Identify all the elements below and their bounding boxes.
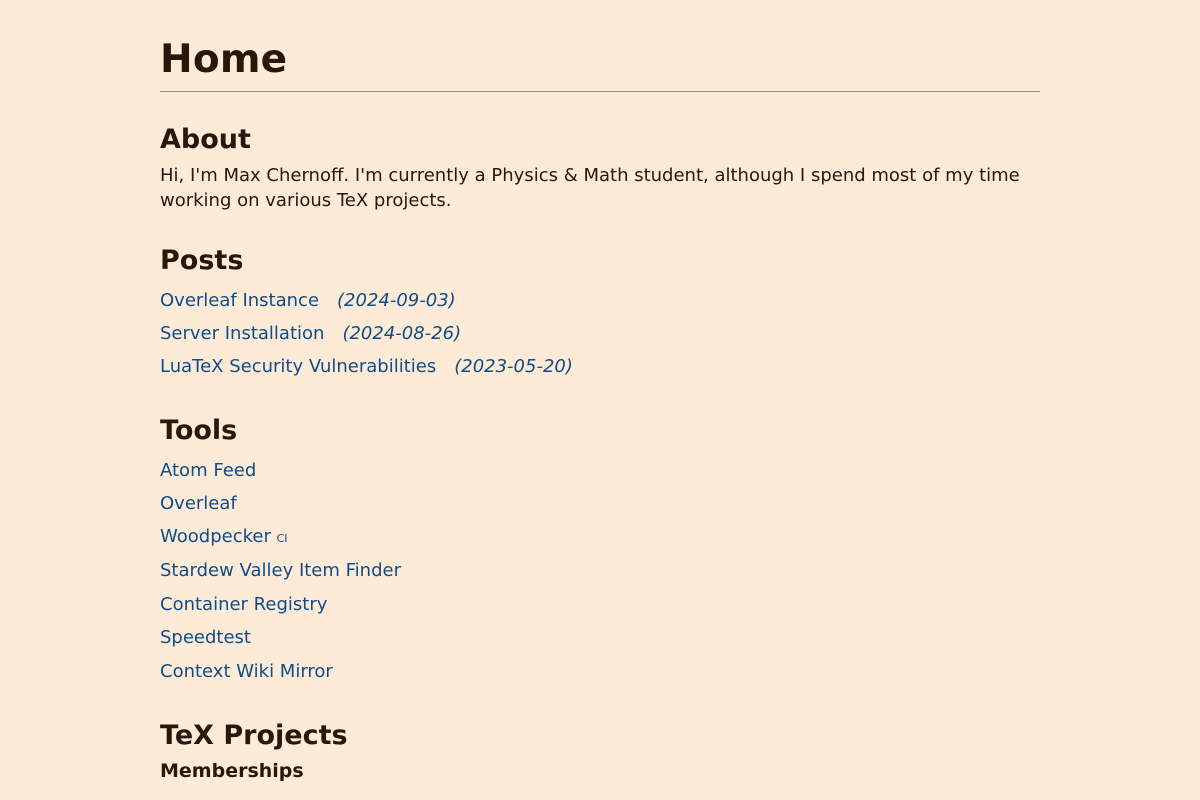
post-item: Server Installation (2024-08-26) [160, 317, 1040, 350]
tool-link-atom-feed[interactable]: Atom Feed [160, 460, 256, 481]
posts-heading: Posts [160, 245, 244, 276]
post-date: (2024-09-03) [337, 290, 456, 311]
page-content: Home About Hi, I'm Max Chernoff. I'm cur… [160, 0, 1040, 784]
tool-item: Overleaf [160, 487, 1040, 520]
tex-projects-heading: TeX Projects [160, 720, 348, 751]
tool-link-woodpecker-ci[interactable]: Woodpecker ci [160, 526, 288, 547]
about-text: Hi, I'm Max Chernoff. I'm currently a Ph… [160, 165, 1020, 211]
post-link-luatex-security[interactable]: LuaTeX Security Vulnerabilities [160, 356, 436, 377]
tool-item: Stardew Valley Item Finder [160, 554, 1040, 588]
memberships-heading: Memberships [160, 760, 304, 782]
post-link-server-installation[interactable]: Server Installation [160, 323, 324, 344]
tool-link-stardew-valley-item-finder[interactable]: Stardew Valley Item Finder [160, 560, 401, 581]
tools-heading: Tools [160, 415, 238, 446]
tool-item: Speedtest [160, 621, 1040, 655]
about-heading: About [160, 124, 251, 155]
tool-link-label: Woodpecker [160, 526, 277, 547]
tool-link-context-wiki-mirror[interactable]: Context Wiki Mirror [160, 661, 333, 682]
post-item: Overleaf Instance (2024-09-03) [160, 284, 1040, 317]
post-link-overleaf-instance[interactable]: Overleaf Instance [160, 290, 319, 311]
tool-item: Context Wiki Mirror [160, 655, 1040, 688]
tool-item: Woodpecker ci [160, 520, 1040, 554]
post-date: (2024-08-26) [342, 323, 462, 344]
tool-item: Atom Feed [160, 454, 1040, 487]
tool-item: Container Registry [160, 588, 1040, 621]
tool-link-overleaf[interactable]: Overleaf [160, 493, 237, 514]
post-item: LuaTeX Security Vulnerabilities (2023-05-… [160, 350, 1040, 383]
title-divider [160, 91, 1040, 92]
tool-link-container-registry[interactable]: Container Registry [160, 594, 327, 615]
tool-link-speedtest[interactable]: Speedtest [160, 627, 251, 648]
post-date: (2023-05-20) [454, 356, 573, 377]
page-title: Home [160, 37, 288, 82]
tools-list: Atom Feed Overleaf Woodpecker ci Stardew… [160, 454, 1040, 688]
posts-list: Overleaf Instance (2024-09-03) Server Ins… [160, 284, 1040, 383]
tool-link-suffix: ci [276, 527, 288, 546]
